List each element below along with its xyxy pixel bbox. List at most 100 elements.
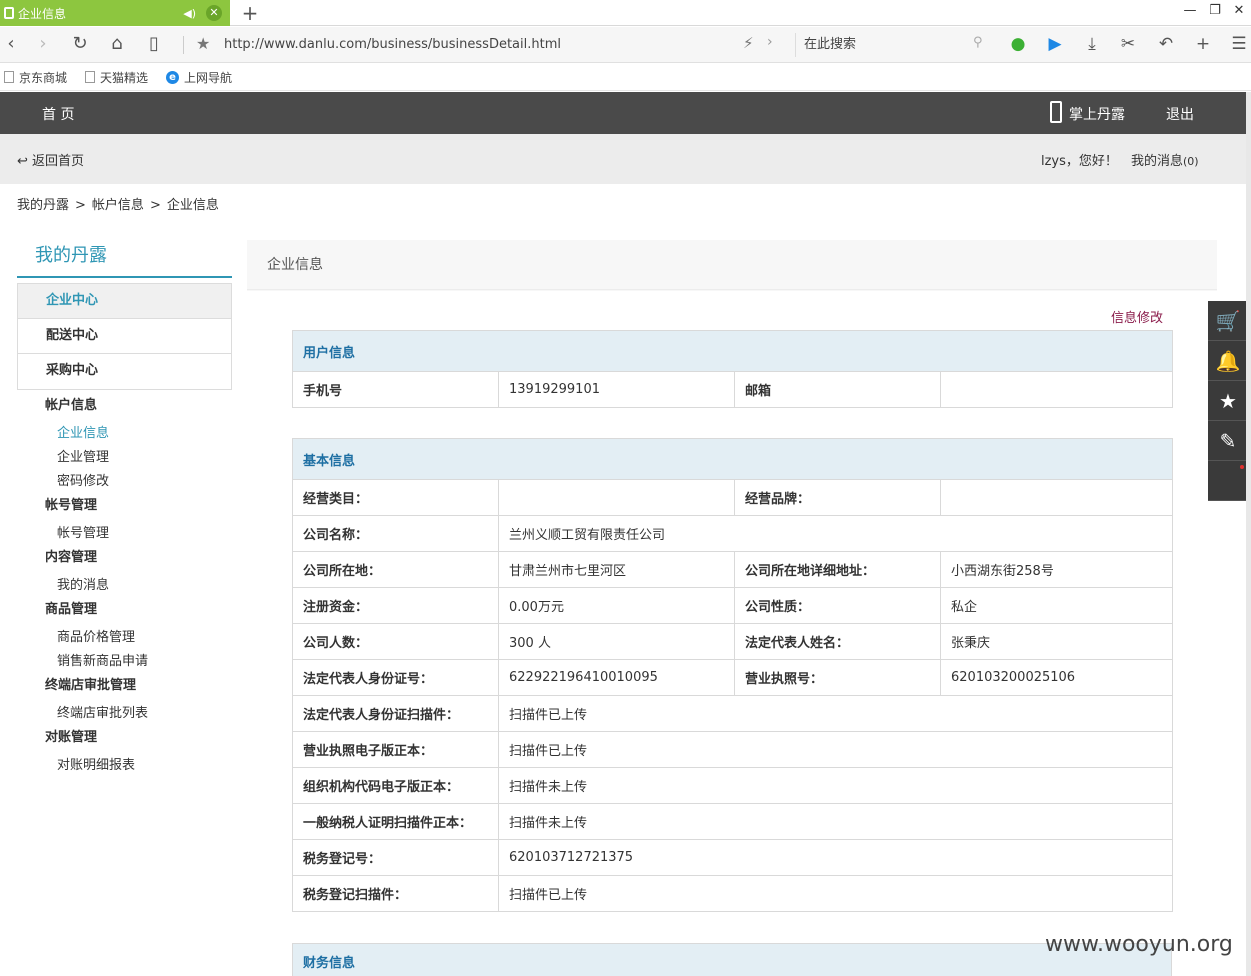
close-tab-icon[interactable]: ✕ bbox=[206, 5, 222, 21]
field-value: 兰州义顺工贸有限责任公司 bbox=[497, 515, 1174, 552]
url-field[interactable]: http://www.danlu.com/business/businessDe… bbox=[224, 37, 561, 52]
user-info-table: 用户信息 手机号 13919299101 邮箱 bbox=[291, 330, 1174, 408]
sidebar-group-terminal: 终端店审批管理 bbox=[45, 678, 137, 693]
field-value: 扫描件已上传 bbox=[497, 731, 1174, 768]
sidebar-item-new-goods[interactable]: 销售新商品申请 bbox=[45, 650, 235, 674]
menu-icon[interactable]: ☰ bbox=[1228, 33, 1250, 55]
field-value: 小西湖东街258号 bbox=[939, 551, 1174, 588]
section-title-finance: 财务信息 bbox=[292, 943, 1172, 976]
sidebar-item-reconcile-report[interactable]: 对账明细报表 bbox=[45, 754, 235, 778]
breadcrumb-item[interactable]: 我的丹露 bbox=[17, 198, 69, 213]
table-row: 手机号 13919299101 邮箱 bbox=[292, 371, 1174, 408]
pen-icon[interactable]: ✎ bbox=[1208, 421, 1248, 461]
undo-icon[interactable]: ↶ bbox=[1155, 33, 1177, 55]
field-label: 营业执照号： bbox=[734, 659, 941, 696]
maximize-icon[interactable]: ❐ bbox=[1205, 3, 1225, 18]
field-label: 公司所在地： bbox=[292, 551, 499, 588]
field-label: 法定代表人身份证号： bbox=[292, 659, 499, 696]
field-value: 300 人 bbox=[498, 623, 735, 660]
sidebar-group-reconcile: 对账管理 bbox=[45, 730, 98, 745]
sidebar-item-terminal-list[interactable]: 终端店审批列表 bbox=[45, 702, 235, 726]
download-icon[interactable]: ⤓ bbox=[1081, 33, 1103, 55]
table-row: 法定代表人身份证号： 622922196410010095 营业执照号： 620… bbox=[292, 659, 1174, 696]
bookmarks-bar: 京东商城 天猫精选 e 上网导航 bbox=[0, 64, 1251, 91]
field-value: 张秉庆 bbox=[939, 623, 1174, 660]
logout-link[interactable]: 退出 bbox=[1166, 104, 1194, 124]
sidebar-item-price-manage[interactable]: 商品价格管理 bbox=[45, 626, 235, 650]
reload-icon[interactable]: ↻ bbox=[69, 33, 91, 55]
bell-icon[interactable]: 🔔 bbox=[1208, 341, 1248, 381]
bookmark-nav[interactable]: e 上网导航 bbox=[166, 69, 232, 86]
search-icon[interactable]: ⚲ bbox=[973, 35, 983, 50]
basic-info-table: 基本信息 经营类目： 经营品牌： 公司名称： 兰州义顺工贸有限责任公司 公司所在… bbox=[291, 438, 1174, 912]
page-favicon-icon bbox=[4, 7, 14, 19]
breadcrumb-separator: > bbox=[75, 198, 86, 213]
field-value: 扫描件已上传 bbox=[497, 875, 1174, 912]
field-value: 620103200025106 bbox=[939, 659, 1174, 696]
play-icon[interactable]: ▶ bbox=[1044, 33, 1066, 55]
chevron-right-icon[interactable]: › bbox=[767, 34, 773, 50]
bookmark-star-icon[interactable]: ★ bbox=[196, 34, 210, 53]
section-title-basic: 基本信息 bbox=[291, 438, 1174, 480]
sidebar-item-password[interactable]: 密码修改 bbox=[45, 470, 235, 494]
home-icon[interactable]: ⌂ bbox=[106, 33, 128, 55]
bookmark-label: 上网导航 bbox=[184, 70, 233, 85]
sidebar-centers: 企业中心 配送中心 采购中心 bbox=[17, 283, 232, 390]
sidebar-item-my-messages[interactable]: 我的消息 bbox=[45, 574, 235, 598]
mobile-link[interactable]: 掌上丹露 bbox=[1069, 104, 1125, 124]
sidebar-item-company-info[interactable]: 企业信息 bbox=[45, 422, 235, 446]
tab-title: 企业信息 bbox=[18, 6, 67, 21]
sidebar-group-content: 内容管理 bbox=[45, 550, 98, 565]
speedup-icon[interactable]: ⚡ bbox=[743, 34, 754, 52]
bookmark-tmall[interactable]: 天猫精选 bbox=[85, 69, 148, 86]
sidebar-item-enterprise-center[interactable]: 企业中心 bbox=[18, 284, 231, 319]
table-row: 税务登记扫描件： 扫描件已上传 bbox=[292, 875, 1174, 912]
bookmark-jd[interactable]: 京东商城 bbox=[4, 69, 67, 86]
new-tab-button[interactable]: + bbox=[240, 1, 260, 25]
messages-link[interactable]: 我的消息(0) bbox=[1131, 150, 1199, 169]
speaker-icon[interactable]: ◀) bbox=[183, 7, 196, 20]
field-value: 620103712721375 bbox=[497, 839, 1174, 876]
back-home-link[interactable]: ↩ 返回首页 bbox=[17, 150, 84, 169]
breadcrumb-separator: > bbox=[149, 198, 161, 213]
star-icon[interactable]: ★ bbox=[1208, 381, 1248, 421]
sidebar-item-delivery-center[interactable]: 配送中心 bbox=[18, 319, 231, 354]
ie-icon: e bbox=[166, 70, 180, 84]
add-icon[interactable]: + bbox=[1192, 33, 1214, 55]
breadcrumb-item[interactable]: 帐户信息 bbox=[92, 198, 144, 213]
sidebar-item-company-manage[interactable]: 企业管理 bbox=[45, 446, 235, 470]
field-label: 法定代表人姓名： bbox=[734, 623, 941, 660]
field-value: 私企 bbox=[939, 587, 1174, 624]
scissors-icon[interactable]: ✂ bbox=[1117, 33, 1139, 55]
cart-icon[interactable]: 🛒 bbox=[1208, 301, 1248, 341]
field-label: 公司人数： bbox=[292, 623, 499, 660]
browser-tab-active[interactable]: 企业信息 ◀) ✕ bbox=[0, 0, 230, 26]
sidebar-item-purchase-center[interactable]: 采购中心 bbox=[18, 354, 231, 389]
forward-icon[interactable]: › bbox=[32, 33, 54, 55]
sidebar-group-accounts: 帐号管理 bbox=[45, 498, 98, 513]
sidebar-item-account-manage[interactable]: 帐号管理 bbox=[45, 522, 235, 546]
phone-icon bbox=[1050, 101, 1062, 123]
main-content: 信息修改 用户信息 手机号 13919299101 邮箱 基本信息 经营类目： … bbox=[247, 291, 1217, 976]
home-link[interactable]: 首 页 bbox=[42, 104, 74, 124]
greeting: lzys，您好！ bbox=[1041, 154, 1118, 169]
table-row: 税务登记号： 620103712721375 bbox=[292, 839, 1174, 876]
scrollbar[interactable] bbox=[1246, 92, 1251, 976]
field-value: 甘肃兰州市七里河区 bbox=[498, 551, 735, 588]
email-value bbox=[939, 371, 1174, 408]
field-value: 扫描件未上传 bbox=[497, 767, 1174, 804]
reading-mode-icon[interactable]: ▯ bbox=[143, 33, 165, 55]
edit-info-link[interactable]: 信息修改 bbox=[1111, 307, 1163, 326]
close-window-icon[interactable]: ✕ bbox=[1229, 3, 1249, 18]
wechat-icon[interactable]: ● bbox=[1007, 33, 1029, 55]
minimize-icon[interactable]: — bbox=[1180, 3, 1200, 18]
more-icon[interactable] bbox=[1208, 461, 1248, 501]
page-title: 企业信息 bbox=[247, 240, 1217, 290]
user-bar: ↩ 返回首页 lzys，您好！ 我的消息(0) bbox=[0, 134, 1251, 184]
field-label: 税务登记号： bbox=[292, 839, 499, 876]
search-input[interactable]: 在此搜索 bbox=[795, 33, 995, 57]
table-row: 法定代表人身份证扫描件： 扫描件已上传 bbox=[292, 695, 1174, 732]
phone-value: 13919299101 bbox=[498, 371, 735, 408]
table-row: 公司人数： 300 人 法定代表人姓名： 张秉庆 bbox=[292, 623, 1174, 660]
back-icon[interactable]: ‹ bbox=[0, 33, 22, 55]
